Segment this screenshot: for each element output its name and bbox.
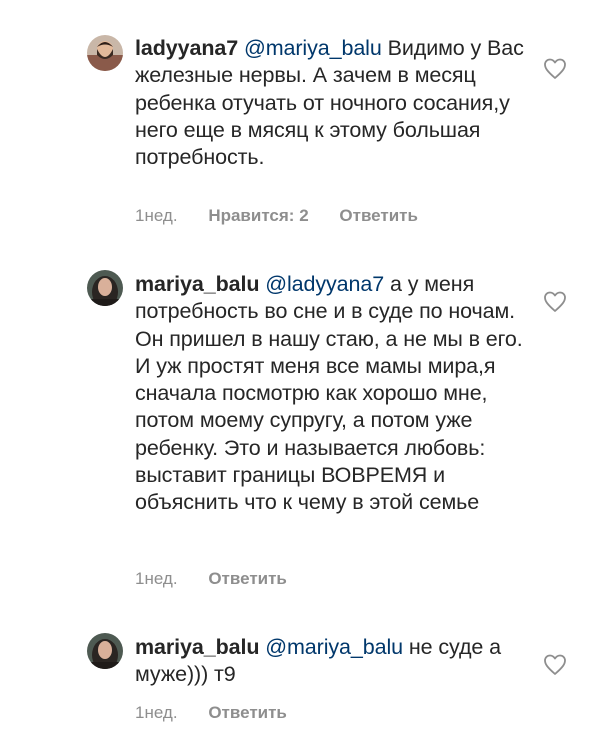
comment-mention[interactable]: @mariya_balu bbox=[265, 635, 403, 659]
woman-avatar-icon bbox=[87, 633, 123, 669]
comments-screen: { "comments": [ { "username": "ladyyana7… bbox=[0, 0, 600, 747]
comment-body: mariya_balu @mariya_balu не суде а муже)… bbox=[135, 634, 530, 689]
like-button[interactable] bbox=[543, 654, 567, 676]
comment: mariya_balu @mariya_balu не суде а муже)… bbox=[0, 0, 600, 740]
avatar[interactable] bbox=[87, 633, 123, 669]
reply-button[interactable]: Ответить bbox=[208, 703, 287, 722]
comment-meta: 1нед. Ответить bbox=[135, 703, 313, 723]
comment-time: 1нед. bbox=[135, 703, 178, 722]
comment-username[interactable]: mariya_balu bbox=[135, 635, 259, 659]
heart-outline-icon bbox=[544, 654, 566, 675]
